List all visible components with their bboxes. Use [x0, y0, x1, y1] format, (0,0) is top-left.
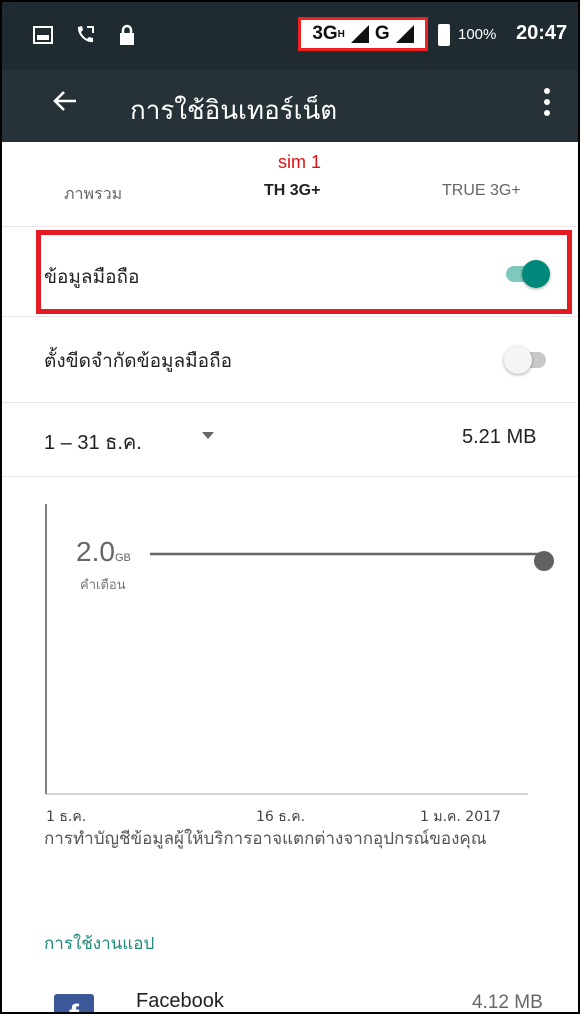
clock: 20:47 [516, 22, 568, 44]
data-limit-row[interactable]: ตั้งขีดจำกัดข้อมูลมือถือ [2, 316, 578, 403]
status-bar: 3G H G 100% 20:47 [2, 2, 578, 70]
network-3g-label: 3G [312, 23, 338, 44]
warning-label: คำเตือน [80, 578, 126, 593]
warning-unit: GB [114, 552, 131, 564]
tab-overview[interactable]: ภาพรวม [64, 182, 122, 207]
image-icon [32, 24, 54, 46]
x-tick-mid: 16 ธ.ค. [256, 809, 306, 825]
data-limit-label: ตั้งขีดจำกัดข้อมูลมือถือ [44, 350, 233, 372]
period-row: 1 – 31 ธ.ค. 5.21 MB [2, 402, 578, 477]
call-forward-icon [74, 24, 96, 46]
signal-icon-2 [395, 25, 414, 43]
highlight-box [36, 230, 572, 314]
carrier-note: การทำบัญชีข้อมูลผู้ให้บริการอาจแตกต่างจา… [44, 829, 487, 849]
warning-value: 2.0GB [76, 536, 131, 567]
sim-tabs: sim 1 ภาพรวม TH 3G+ TRUE 3G+ [2, 142, 578, 227]
sim-annotation: sim 1 [278, 152, 322, 172]
period-usage: 5.21 MB [462, 426, 537, 448]
status-left-icons [32, 24, 138, 46]
overflow-menu-icon[interactable] [542, 88, 552, 116]
app-row-facebook[interactable]: f Facebook 4.12 MB [2, 974, 578, 1013]
network-g-label: G [374, 23, 390, 44]
lock-icon [116, 24, 138, 46]
toggle-knob [504, 346, 532, 374]
usage-chart: 2.0GB คำเตือน 1 ธ.ค. 16 ธ.ค. 1 ม.ค. 2017 [2, 476, 578, 825]
period-selector[interactable]: 1 – 31 ธ.ค. [44, 426, 142, 458]
chart-svg [45, 504, 554, 795]
page-title: การใช้อินเทอร์เน็ต [130, 96, 338, 126]
facebook-icon: f [54, 994, 94, 1012]
x-tick-end: 1 ม.ค. 2017 [420, 809, 501, 825]
battery-icon [438, 24, 450, 46]
signal-icon [350, 25, 369, 43]
app-size: 4.12 MB [472, 992, 543, 1013]
battery-percent: 100% [458, 26, 497, 43]
chevron-down-icon[interactable] [202, 432, 214, 439]
network-indicator: 3G H G [298, 17, 428, 51]
app-bar: การใช้อินเทอร์เน็ต [2, 70, 578, 142]
network-h-label: H [337, 28, 345, 40]
back-arrow-icon[interactable] [52, 88, 78, 122]
x-tick-start: 1 ธ.ค. [46, 809, 87, 825]
tab-sim2[interactable]: TRUE 3G+ [442, 182, 521, 200]
tab-sim1[interactable]: TH 3G+ [264, 182, 320, 200]
warning-handle[interactable] [534, 551, 554, 571]
app-usage-heading: การใช้งานแอป [44, 934, 155, 954]
data-limit-toggle[interactable] [504, 346, 546, 374]
app-name: Facebook [136, 990, 224, 1012]
phone-screen: 3G H G 100% 20:47 การใช้อินเทอร์เน็ต sim … [0, 0, 580, 1014]
